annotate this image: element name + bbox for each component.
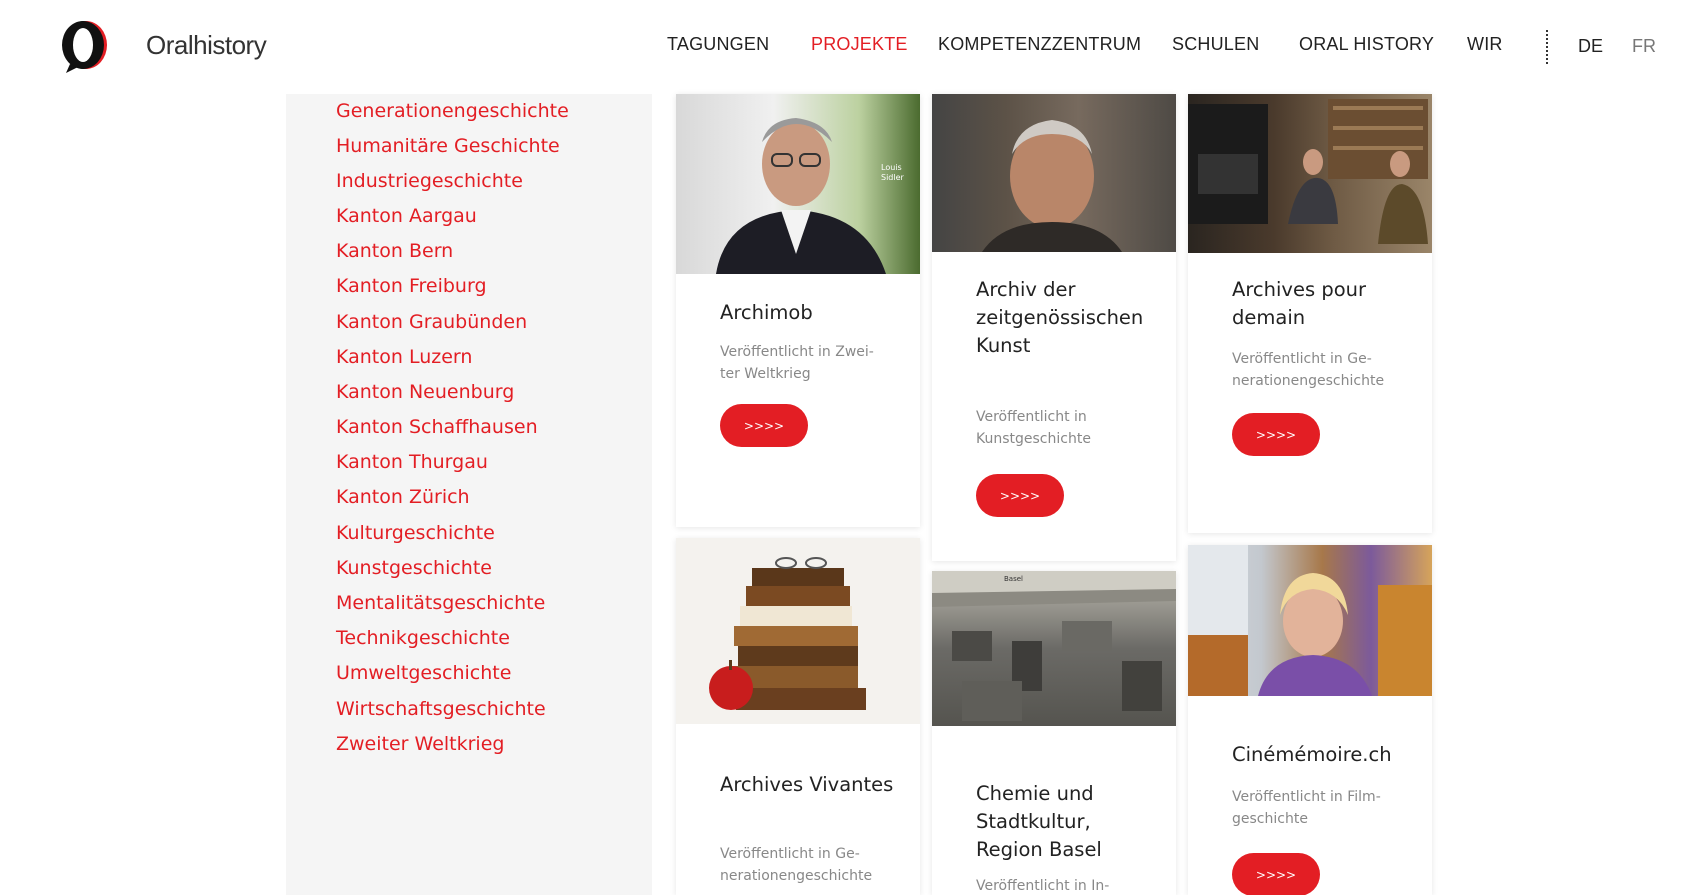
category-link[interactable]: Wirtschaftsgeschichte (336, 698, 546, 720)
read-more-button[interactable]: >>>> (1232, 853, 1320, 895)
brand-name[interactable]: Oralhistory (146, 30, 267, 61)
site-header: Oralhistory TAGUNGEN PROJEKTE KOMPETENZZ… (0, 0, 1696, 94)
card-title[interactable]: Archives Vivantes (720, 771, 895, 799)
svg-text:Sidler: Sidler (881, 173, 905, 182)
card-meta: Veröffentlicht in Ge- nerationengeschich… (720, 846, 873, 884)
category-link[interactable]: Kanton Thurgau (336, 451, 488, 473)
read-more-button[interactable]: >>>> (976, 474, 1064, 517)
card-meta: Veröffentlicht in Film- geschichte (1232, 789, 1381, 827)
project-card-archives-vivantes: Archives Vivantes Veröffentlicht in Ge- … (676, 538, 920, 895)
category-link[interactable]: Kulturgeschichte (336, 522, 495, 544)
language-de[interactable]: DE (1578, 36, 1603, 57)
nav-item-wir[interactable]: WIR (1467, 34, 1503, 55)
category-link[interactable]: Umweltgeschichte (336, 662, 511, 684)
card-title[interactable]: Cinémémoire.ch (1232, 741, 1407, 769)
read-more-button[interactable]: >>>> (1232, 413, 1320, 456)
language-fr[interactable]: FR (1632, 36, 1656, 57)
project-card-contemporary-art: Archiv der zeitgenössischen Kunst Veröff… (932, 94, 1176, 561)
books-and-apple-icon (709, 557, 866, 710)
category-link[interactable]: Kanton Bern (336, 240, 453, 262)
category-link[interactable]: Kanton Freiburg (336, 275, 487, 297)
nav-item-kompetenzzentrum[interactable]: KOMPETENZZENTRUM (938, 34, 1141, 55)
oralhistory-logo-icon[interactable] (56, 18, 112, 74)
project-image[interactable]: Louis Sidler (676, 94, 920, 274)
category-link[interactable]: Kunstgeschichte (336, 557, 492, 579)
svg-text:Louis: Louis (881, 163, 902, 172)
nav-item-oral-history[interactable]: ORAL HISTORY (1299, 34, 1434, 55)
card-meta: Veröffentlicht in Ge- nerationengeschich… (1232, 351, 1385, 389)
card-title[interactable]: Chemie und Stadtkultur, Region Basel (976, 780, 1151, 864)
nav-item-schulen[interactable]: SCHULEN (1172, 34, 1259, 55)
card-title[interactable]: Archiv der zeitgenössischen Kunst (976, 276, 1151, 360)
read-more-button[interactable]: >>>> (720, 404, 808, 447)
project-image[interactable] (1188, 94, 1432, 253)
nav-divider (1546, 30, 1548, 64)
filming-scene-icon (1188, 99, 1428, 244)
category-link[interactable]: Humanitäre Geschichte (336, 135, 560, 157)
project-card-archimob: Louis Sidler Archimob Veröffentlicht in … (676, 94, 920, 527)
category-link[interactable]: Kanton Luzern (336, 346, 472, 368)
project-image[interactable] (676, 538, 920, 724)
project-image[interactable] (1188, 545, 1432, 696)
category-link[interactable]: Technikgeschichte (336, 627, 510, 649)
category-link[interactable]: Kanton Schaffhausen (336, 416, 538, 438)
interview-portrait-icon: Louis Sidler (716, 118, 905, 274)
category-sidebar: Generationengeschichte Humanitäre Geschi… (286, 94, 652, 895)
card-title[interactable]: Archimob (720, 299, 895, 327)
category-link[interactable]: Mentalitätsgeschichte (336, 592, 545, 614)
card-meta: Veröffentlicht in Zwei- ter Weltkrieg (720, 344, 874, 382)
card-title[interactable]: Archives pour demain (1232, 276, 1407, 332)
svg-text:Basel: Basel (1004, 575, 1023, 583)
nav-item-tagungen[interactable]: TAGUNGEN (667, 34, 769, 55)
project-card-chemie-basel: Basel Chemie und Stadtkultur, Region Bas… (932, 571, 1176, 895)
category-link[interactable]: Kanton Graubünden (336, 311, 527, 333)
nav-item-projekte[interactable]: PROJEKTE (811, 34, 908, 55)
category-link[interactable]: Industriegeschichte (336, 170, 523, 192)
card-meta: Veröffentlicht in Kunstgeschichte (976, 409, 1091, 447)
project-image[interactable] (932, 94, 1176, 252)
category-link[interactable]: Kanton Neuenburg (336, 381, 514, 403)
interview-portrait-icon (1188, 545, 1432, 696)
card-meta: Veröffentlicht in In- (976, 878, 1110, 894)
city-photo-icon: Basel (932, 571, 1176, 721)
category-link[interactable]: Zweiter Weltkrieg (336, 733, 504, 755)
project-card-cinememoire: Cinémémoire.ch Veröffentlicht in Film- g… (1188, 545, 1432, 895)
category-link[interactable]: Kanton Aargau (336, 205, 477, 227)
category-link[interactable]: Generationengeschichte (336, 100, 569, 122)
project-image[interactable]: Basel (932, 571, 1176, 726)
category-link[interactable]: Kanton Zürich (336, 486, 470, 508)
project-card-archives-pour-demain: Archives pour demain Veröffentlicht in G… (1188, 94, 1432, 533)
interview-portrait-icon (982, 120, 1122, 252)
